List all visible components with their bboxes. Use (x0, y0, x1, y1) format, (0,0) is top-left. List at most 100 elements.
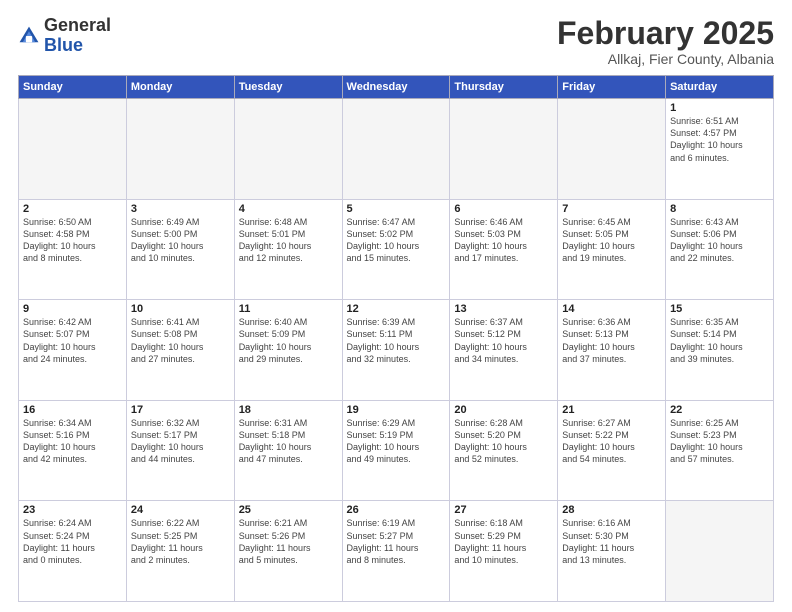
day-info: Sunrise: 6:18 AM Sunset: 5:29 PM Dayligh… (454, 517, 553, 566)
day-number: 4 (239, 203, 338, 215)
day-info: Sunrise: 6:24 AM Sunset: 5:24 PM Dayligh… (23, 517, 122, 566)
day-info: Sunrise: 6:27 AM Sunset: 5:22 PM Dayligh… (562, 417, 661, 466)
day-info: Sunrise: 6:25 AM Sunset: 5:23 PM Dayligh… (670, 417, 769, 466)
weekday-friday: Friday (558, 76, 666, 99)
logo-text: General Blue (44, 16, 111, 56)
day-info: Sunrise: 6:48 AM Sunset: 5:01 PM Dayligh… (239, 216, 338, 265)
day-number: 24 (131, 504, 230, 516)
day-number: 10 (131, 303, 230, 315)
day-number: 6 (454, 203, 553, 215)
day-info: Sunrise: 6:32 AM Sunset: 5:17 PM Dayligh… (131, 417, 230, 466)
day-number: 23 (23, 504, 122, 516)
day-cell: 20Sunrise: 6:28 AM Sunset: 5:20 PM Dayli… (450, 400, 558, 501)
day-number: 16 (23, 404, 122, 416)
week-row-4: 16Sunrise: 6:34 AM Sunset: 5:16 PM Dayli… (19, 400, 774, 501)
day-number: 25 (239, 504, 338, 516)
day-cell: 9Sunrise: 6:42 AM Sunset: 5:07 PM Daylig… (19, 300, 127, 401)
day-number: 13 (454, 303, 553, 315)
day-info: Sunrise: 6:42 AM Sunset: 5:07 PM Dayligh… (23, 316, 122, 365)
day-info: Sunrise: 6:41 AM Sunset: 5:08 PM Dayligh… (131, 316, 230, 365)
day-info: Sunrise: 6:49 AM Sunset: 5:00 PM Dayligh… (131, 216, 230, 265)
day-cell: 8Sunrise: 6:43 AM Sunset: 5:06 PM Daylig… (666, 199, 774, 300)
calendar-subtitle: Allkaj, Fier County, Albania (557, 51, 774, 67)
day-cell: 10Sunrise: 6:41 AM Sunset: 5:08 PM Dayli… (126, 300, 234, 401)
logo-blue: Blue (44, 35, 83, 55)
day-cell: 12Sunrise: 6:39 AM Sunset: 5:11 PM Dayli… (342, 300, 450, 401)
logo: General Blue (18, 16, 111, 56)
day-number: 21 (562, 404, 661, 416)
day-number: 28 (562, 504, 661, 516)
day-number: 15 (670, 303, 769, 315)
day-cell: 24Sunrise: 6:22 AM Sunset: 5:25 PM Dayli… (126, 501, 234, 602)
day-cell (342, 99, 450, 200)
day-info: Sunrise: 6:46 AM Sunset: 5:03 PM Dayligh… (454, 216, 553, 265)
day-number: 18 (239, 404, 338, 416)
day-cell: 25Sunrise: 6:21 AM Sunset: 5:26 PM Dayli… (234, 501, 342, 602)
day-info: Sunrise: 6:37 AM Sunset: 5:12 PM Dayligh… (454, 316, 553, 365)
day-info: Sunrise: 6:34 AM Sunset: 5:16 PM Dayligh… (23, 417, 122, 466)
calendar-title: February 2025 (557, 16, 774, 51)
day-number: 5 (347, 203, 446, 215)
day-number: 1 (670, 102, 769, 114)
day-info: Sunrise: 6:36 AM Sunset: 5:13 PM Dayligh… (562, 316, 661, 365)
day-cell: 21Sunrise: 6:27 AM Sunset: 5:22 PM Dayli… (558, 400, 666, 501)
week-row-2: 2Sunrise: 6:50 AM Sunset: 4:58 PM Daylig… (19, 199, 774, 300)
day-info: Sunrise: 6:43 AM Sunset: 5:06 PM Dayligh… (670, 216, 769, 265)
weekday-monday: Monday (126, 76, 234, 99)
day-number: 8 (670, 203, 769, 215)
day-number: 22 (670, 404, 769, 416)
day-cell: 26Sunrise: 6:19 AM Sunset: 5:27 PM Dayli… (342, 501, 450, 602)
day-number: 19 (347, 404, 446, 416)
day-cell (558, 99, 666, 200)
week-row-1: 1Sunrise: 6:51 AM Sunset: 4:57 PM Daylig… (19, 99, 774, 200)
calendar-page: General Blue February 2025 Allkaj, Fier … (0, 0, 792, 612)
title-block: February 2025 Allkaj, Fier County, Alban… (557, 16, 774, 67)
day-cell: 2Sunrise: 6:50 AM Sunset: 4:58 PM Daylig… (19, 199, 127, 300)
day-cell: 15Sunrise: 6:35 AM Sunset: 5:14 PM Dayli… (666, 300, 774, 401)
day-number: 27 (454, 504, 553, 516)
day-info: Sunrise: 6:35 AM Sunset: 5:14 PM Dayligh… (670, 316, 769, 365)
weekday-saturday: Saturday (666, 76, 774, 99)
day-info: Sunrise: 6:28 AM Sunset: 5:20 PM Dayligh… (454, 417, 553, 466)
day-cell: 1Sunrise: 6:51 AM Sunset: 4:57 PM Daylig… (666, 99, 774, 200)
weekday-header-row: SundayMondayTuesdayWednesdayThursdayFrid… (19, 76, 774, 99)
day-cell: 16Sunrise: 6:34 AM Sunset: 5:16 PM Dayli… (19, 400, 127, 501)
day-cell: 17Sunrise: 6:32 AM Sunset: 5:17 PM Dayli… (126, 400, 234, 501)
day-info: Sunrise: 6:31 AM Sunset: 5:18 PM Dayligh… (239, 417, 338, 466)
week-row-3: 9Sunrise: 6:42 AM Sunset: 5:07 PM Daylig… (19, 300, 774, 401)
day-cell (19, 99, 127, 200)
day-number: 12 (347, 303, 446, 315)
day-cell: 5Sunrise: 6:47 AM Sunset: 5:02 PM Daylig… (342, 199, 450, 300)
day-cell: 3Sunrise: 6:49 AM Sunset: 5:00 PM Daylig… (126, 199, 234, 300)
day-number: 20 (454, 404, 553, 416)
day-info: Sunrise: 6:29 AM Sunset: 5:19 PM Dayligh… (347, 417, 446, 466)
day-cell: 18Sunrise: 6:31 AM Sunset: 5:18 PM Dayli… (234, 400, 342, 501)
day-info: Sunrise: 6:40 AM Sunset: 5:09 PM Dayligh… (239, 316, 338, 365)
weekday-wednesday: Wednesday (342, 76, 450, 99)
day-cell: 27Sunrise: 6:18 AM Sunset: 5:29 PM Dayli… (450, 501, 558, 602)
day-info: Sunrise: 6:19 AM Sunset: 5:27 PM Dayligh… (347, 517, 446, 566)
weekday-thursday: Thursday (450, 76, 558, 99)
day-info: Sunrise: 6:22 AM Sunset: 5:25 PM Dayligh… (131, 517, 230, 566)
day-cell (450, 99, 558, 200)
day-number: 11 (239, 303, 338, 315)
day-cell: 6Sunrise: 6:46 AM Sunset: 5:03 PM Daylig… (450, 199, 558, 300)
logo-icon (18, 25, 40, 47)
day-number: 9 (23, 303, 122, 315)
day-cell: 28Sunrise: 6:16 AM Sunset: 5:30 PM Dayli… (558, 501, 666, 602)
day-cell: 14Sunrise: 6:36 AM Sunset: 5:13 PM Dayli… (558, 300, 666, 401)
day-number: 14 (562, 303, 661, 315)
day-number: 17 (131, 404, 230, 416)
day-cell: 23Sunrise: 6:24 AM Sunset: 5:24 PM Dayli… (19, 501, 127, 602)
calendar-table: SundayMondayTuesdayWednesdayThursdayFrid… (18, 75, 774, 602)
day-cell: 22Sunrise: 6:25 AM Sunset: 5:23 PM Dayli… (666, 400, 774, 501)
day-info: Sunrise: 6:45 AM Sunset: 5:05 PM Dayligh… (562, 216, 661, 265)
header: General Blue February 2025 Allkaj, Fier … (18, 16, 774, 67)
day-cell (234, 99, 342, 200)
weekday-sunday: Sunday (19, 76, 127, 99)
day-info: Sunrise: 6:21 AM Sunset: 5:26 PM Dayligh… (239, 517, 338, 566)
day-cell: 7Sunrise: 6:45 AM Sunset: 5:05 PM Daylig… (558, 199, 666, 300)
day-info: Sunrise: 6:47 AM Sunset: 5:02 PM Dayligh… (347, 216, 446, 265)
week-row-5: 23Sunrise: 6:24 AM Sunset: 5:24 PM Dayli… (19, 501, 774, 602)
day-cell (666, 501, 774, 602)
